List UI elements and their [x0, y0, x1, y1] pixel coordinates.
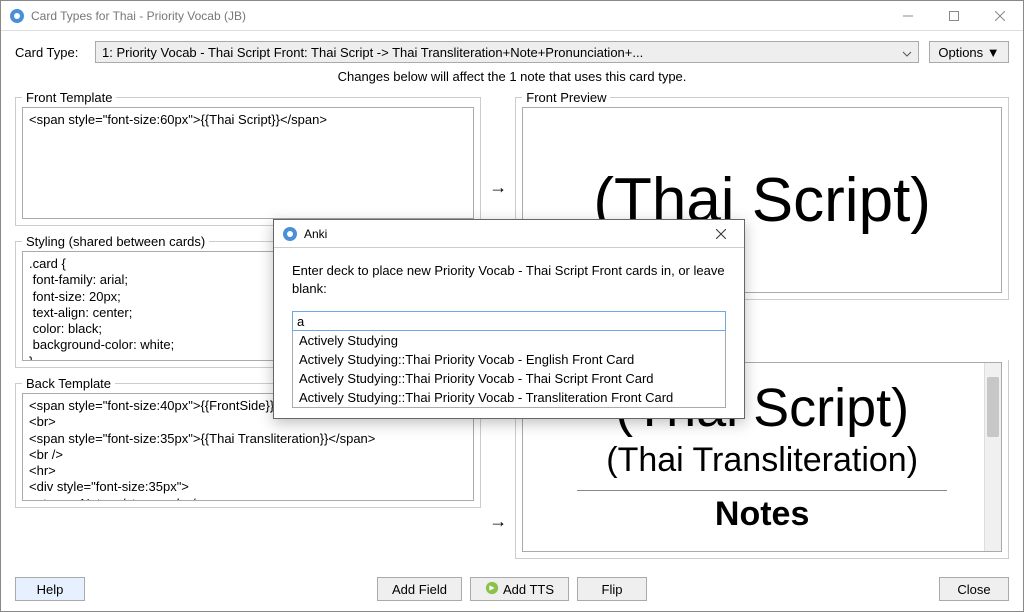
- minimize-button[interactable]: [885, 1, 931, 31]
- options-button[interactable]: Options ▼: [929, 41, 1009, 63]
- card-type-select[interactable]: 1: Priority Vocab - Thai Script Front: T…: [95, 41, 919, 63]
- modal-body: Enter deck to place new Priority Vocab -…: [274, 248, 744, 418]
- close-button[interactable]: [977, 1, 1023, 31]
- autocomplete-option[interactable]: Actively Studying: [293, 331, 725, 350]
- card-types-window: Card Types for Thai - Priority Vocab (JB…: [0, 0, 1024, 612]
- maximize-button[interactable]: [931, 1, 977, 31]
- modal-close-button[interactable]: [698, 219, 744, 249]
- card-type-row: Card Type: 1: Priority Vocab - Thai Scri…: [1, 31, 1023, 67]
- help-button[interactable]: Help: [15, 577, 85, 601]
- modal-title: Anki: [304, 227, 698, 241]
- autocomplete-dropdown: Actively Studying Actively Studying::Tha…: [292, 330, 726, 408]
- app-icon: [9, 8, 25, 24]
- front-template-group: Front Template <span style="font-size:60…: [15, 90, 481, 226]
- add-field-button[interactable]: Add Field: [377, 577, 462, 601]
- card-type-label: Card Type:: [15, 45, 85, 60]
- autocomplete-option[interactable]: Actively Studying::Thai Priority Vocab -…: [293, 388, 725, 407]
- front-template-legend: Front Template: [22, 90, 116, 105]
- arrow-icon: →: [489, 177, 507, 198]
- back-preview-transliteration: (Thai Transliteration): [547, 441, 977, 480]
- scrollbar[interactable]: [984, 363, 1001, 551]
- arrow-icon: →: [489, 511, 507, 532]
- chevron-down-icon: [902, 47, 912, 62]
- button-bar: Help Add Field Add TTS Flip Close: [15, 577, 1009, 601]
- deck-override-dialog: Anki Enter deck to place new Priority Vo…: [273, 219, 745, 419]
- add-tts-label: Add TTS: [503, 582, 554, 597]
- flip-button[interactable]: Flip: [577, 577, 647, 601]
- back-template-legend: Back Template: [22, 376, 115, 391]
- front-template-textarea[interactable]: <span style="font-size:60px">{{Thai Scri…: [22, 107, 474, 219]
- divider: [577, 490, 947, 491]
- scrollbar-thumb[interactable]: [987, 377, 999, 437]
- front-preview-legend: Front Preview: [522, 90, 610, 105]
- tts-icon: [485, 581, 503, 598]
- autocomplete-option[interactable]: Actively Studying::Thai Priority Vocab -…: [293, 369, 725, 388]
- close-dialog-button[interactable]: Close: [939, 577, 1009, 601]
- hint-text: Changes below will affect the 1 note tha…: [1, 67, 1023, 90]
- titlebar: Card Types for Thai - Priority Vocab (JB…: [1, 1, 1023, 31]
- window-controls: [885, 1, 1023, 31]
- window-title: Card Types for Thai - Priority Vocab (JB…: [31, 9, 885, 23]
- modal-titlebar: Anki: [274, 220, 744, 248]
- card-type-value: 1: Priority Vocab - Thai Script Front: T…: [102, 45, 643, 60]
- add-tts-button[interactable]: Add TTS: [470, 577, 569, 601]
- app-icon: [282, 226, 298, 242]
- modal-prompt: Enter deck to place new Priority Vocab -…: [292, 262, 726, 297]
- deck-name-input[interactable]: [292, 311, 726, 331]
- autocomplete-option[interactable]: Actively Studying::Thai Priority Vocab -…: [293, 350, 725, 369]
- styling-legend: Styling (shared between cards): [22, 234, 209, 249]
- back-preview-notes-label: Notes: [547, 495, 977, 534]
